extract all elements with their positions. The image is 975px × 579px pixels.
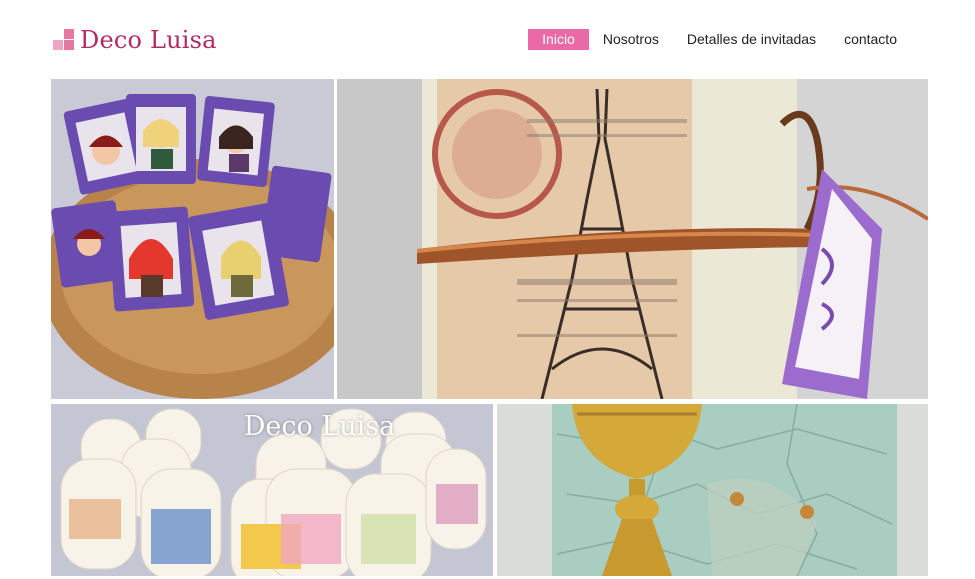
nav-item-nosotros[interactable]: Nosotros xyxy=(589,29,673,50)
tile-caption: Deco Luisa xyxy=(243,411,396,442)
eiffel-candle-image xyxy=(337,79,928,399)
site-logo[interactable]: Deco Luisa xyxy=(53,26,217,54)
nav-item-inicio[interactable]: Inicio xyxy=(528,29,589,50)
main-nav: Inicio Nosotros Detalles de invitadas co… xyxy=(528,29,911,50)
logo-squares-icon xyxy=(53,29,76,51)
gallery-tile-candles[interactable]: Deco Luisa xyxy=(51,404,493,576)
nav-item-detalles-de-invitadas[interactable]: Detalles de invitadas xyxy=(673,29,830,50)
gallery-tile-chalice[interactable] xyxy=(497,404,928,576)
gallery-tile-dolls[interactable] xyxy=(51,79,334,399)
dolls-basket-image xyxy=(51,79,334,399)
gallery-tile-eiffel-candle[interactable] xyxy=(337,79,928,399)
chalice-image xyxy=(497,404,928,576)
nav-item-contacto[interactable]: contacto xyxy=(830,29,911,50)
logo-text: Deco Luisa xyxy=(80,26,217,54)
